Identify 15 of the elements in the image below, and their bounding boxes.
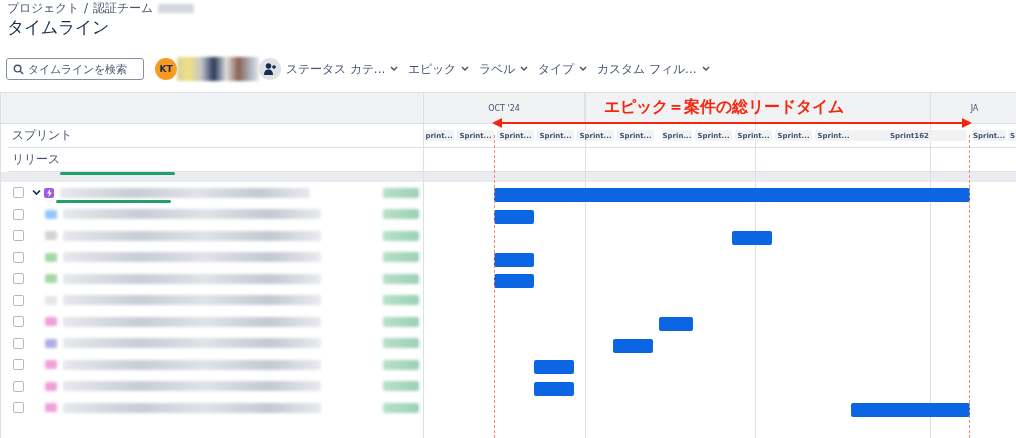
annotation-text: エピック＝案件の総リードタイム [604,97,844,118]
filter-dropdown[interactable]: カスタム フィル... [592,60,715,78]
breadcrumb-link[interactable]: プロジェクト [7,0,79,17]
breadcrumb-separator: / [84,1,89,15]
search-field[interactable]: タイムラインを検索 [6,58,144,80]
filter-dropdown[interactable]: ラベル [474,60,534,78]
breadcrumb-link[interactable]: 認証チーム [93,0,154,17]
filter-dropdown[interactable]: ステータス カテ... [281,60,404,78]
filter-dropdown[interactable]: タイプ [533,60,593,78]
month-label: JA [970,103,979,113]
filter-dropdown[interactable]: エピック [403,60,475,78]
user-avatar[interactable]: KT [155,58,177,80]
page-title: タイムライン [7,16,110,38]
sprint-row-label: スプリント [8,124,423,148]
month-label: OCT '24 [488,103,520,113]
